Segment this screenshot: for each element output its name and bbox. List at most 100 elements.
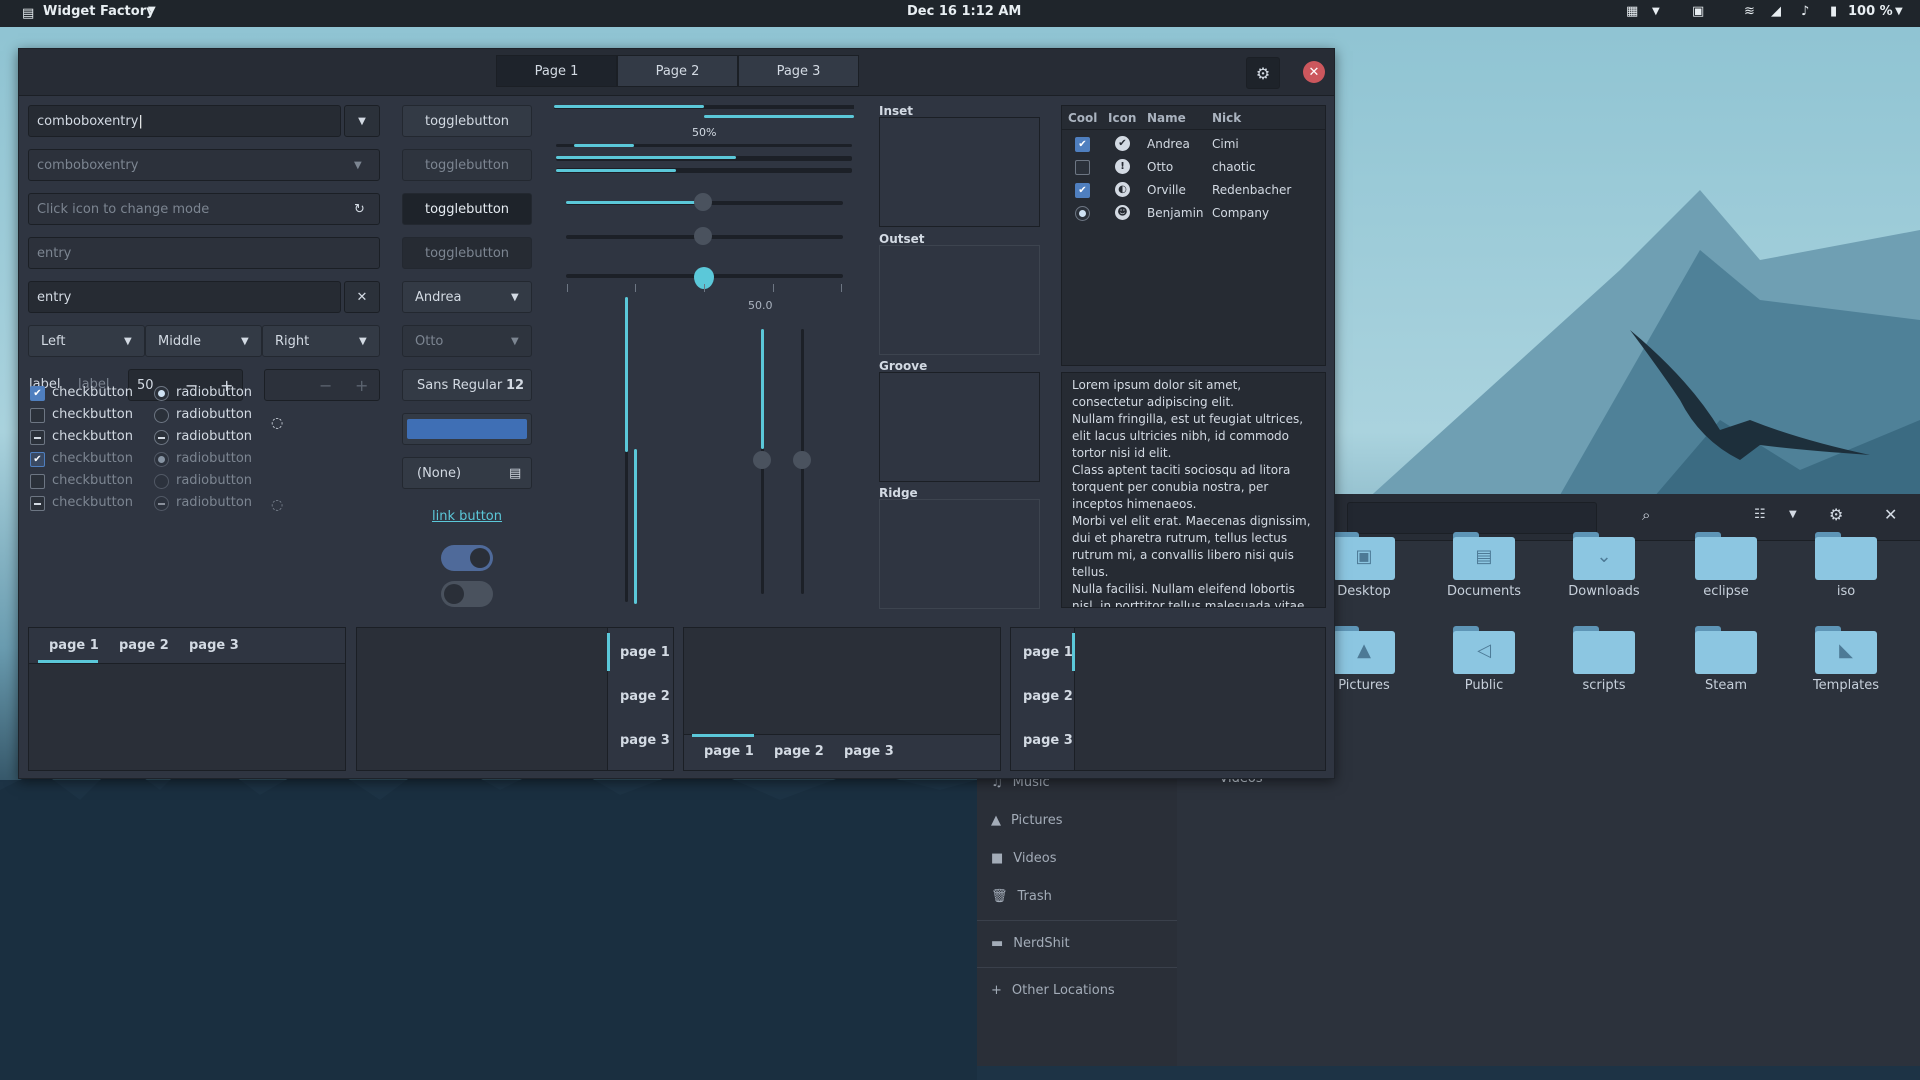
folder-label[interactable]: scripts (1554, 678, 1654, 693)
tab-page-3[interactable]: Page 3 (738, 55, 859, 87)
notebook-top-tab-2[interactable]: page 2 (119, 638, 169, 653)
vertical-scale-2-handle[interactable] (793, 451, 811, 469)
system-menu-chevron-icon[interactable]: ▼ (1895, 6, 1903, 17)
folder-label[interactable]: Downloads (1554, 584, 1654, 599)
workspace-icon[interactable]: ▦ (1626, 4, 1638, 19)
folder-icon[interactable]: ▣ (1333, 532, 1395, 580)
gear-icon[interactable]: ⚙ (1246, 57, 1280, 89)
checkbutton-6 (30, 496, 45, 511)
notebook-bottom-tab-3[interactable]: page 3 (844, 744, 894, 759)
folder-icon[interactable] (1695, 532, 1757, 580)
radiobutton-1[interactable] (154, 386, 169, 401)
table-row[interactable]: ☻ Benjamin Company (1062, 203, 1325, 225)
combo-andrea[interactable]: Andrea ▼ (402, 281, 532, 313)
entry-field-2[interactable]: entry (28, 281, 341, 313)
tree-cell-cool[interactable] (1075, 206, 1090, 221)
entry-field-1[interactable]: entry (28, 237, 380, 269)
switch-on[interactable] (441, 545, 493, 571)
clear-icon[interactable]: ✕ (344, 281, 380, 313)
folder-icon[interactable] (1695, 626, 1757, 674)
tree-cell-cool[interactable]: ✔ (1075, 137, 1090, 152)
checkbutton-3[interactable] (30, 430, 45, 445)
toggle-button-3[interactable]: togglebutton (402, 193, 532, 225)
folder-icon[interactable] (1573, 626, 1635, 674)
switch-off[interactable] (441, 581, 493, 607)
tree-cell-cool[interactable] (1075, 160, 1090, 175)
combo-middle[interactable]: Middle ▼ (145, 325, 262, 357)
link-button[interactable]: link button (432, 509, 502, 524)
notebook-right-tab-2[interactable]: page 2 (620, 689, 670, 704)
folder-icon[interactable]: ⌄ (1573, 532, 1635, 580)
tree-column-nick[interactable]: Nick (1212, 111, 1241, 125)
display-icon[interactable]: ▣ (1692, 4, 1704, 19)
refresh-icon[interactable]: ↻ (354, 202, 365, 217)
scale-1-handle[interactable] (694, 193, 712, 211)
checkbutton-2[interactable] (30, 408, 45, 423)
chevron-down-icon: ▼ (359, 335, 367, 347)
folder-label[interactable]: Documents (1434, 584, 1534, 599)
folder-icon[interactable]: ▤ (1453, 532, 1515, 580)
combo-entry-1[interactable]: comboboxentry | (28, 105, 341, 137)
radiobutton-2[interactable] (154, 408, 169, 423)
combo-entry-2[interactable]: comboboxentry ▼ (28, 149, 380, 181)
color-button[interactable] (402, 413, 532, 445)
tree-cell-name: Benjamin (1147, 206, 1204, 220)
notebook-left-tab-2[interactable]: page 2 (1023, 689, 1073, 704)
wifi-icon[interactable]: ≋ (1744, 4, 1755, 19)
tree-column-icon[interactable]: Icon (1108, 111, 1136, 125)
document-icon: ▤ (509, 465, 522, 481)
scale-2-handle[interactable] (694, 227, 712, 245)
table-row[interactable]: ✔ ✔ Andrea Cimi (1062, 134, 1325, 156)
toggle-button-1[interactable]: togglebutton (402, 105, 532, 137)
scale-tick (635, 284, 636, 292)
radiobutton-3[interactable] (154, 430, 169, 445)
clock[interactable]: Dec 16 1:12 AM (907, 4, 1021, 19)
table-row[interactable]: ! Otto chaotic (1062, 157, 1325, 179)
file-chooser-button[interactable]: (None) ▤ (402, 457, 532, 489)
tab-page-2[interactable]: Page 2 (617, 55, 738, 87)
table-row[interactable]: ✔ ◐ Orville Redenbacher (1062, 180, 1325, 202)
combo-right[interactable]: Right ▼ (262, 325, 380, 357)
battery-icon[interactable]: ▮ (1830, 4, 1837, 19)
combo-left[interactable]: Left ▼ (28, 325, 145, 357)
battery-label[interactable]: 100 % (1848, 4, 1893, 19)
notebook-bottom-tab-2[interactable]: page 2 (774, 744, 824, 759)
app-menu-label[interactable]: Widget Factory (43, 4, 155, 19)
microphone-icon[interactable]: ♪ (1801, 4, 1809, 19)
mode-entry[interactable]: Click icon to change mode ↻ (28, 193, 380, 225)
notebook-left-tab-1[interactable]: page 1 (1023, 645, 1073, 660)
app-menu-chevron-icon[interactable]: ▼ (148, 5, 156, 16)
notebook-top-tab-1[interactable]: page 1 (49, 638, 99, 653)
tab-page-1[interactable]: Page 1 (496, 55, 617, 87)
folder-icon[interactable]: ▲ (1333, 626, 1395, 674)
notebook-bottom-tab-1[interactable]: page 1 (704, 744, 754, 759)
close-icon[interactable]: ✕ (1303, 61, 1325, 83)
app-menu-icon[interactable]: ▤ (22, 6, 34, 21)
notebook-right-tab-3[interactable]: page 3 (620, 733, 670, 748)
combo-entry-2-text: comboboxentry (37, 157, 139, 173)
combo-1-chevron-down-icon[interactable]: ▼ (344, 105, 380, 137)
folder-label[interactable]: Public (1434, 678, 1534, 693)
folder-label[interactable]: Steam (1676, 678, 1776, 693)
radiobutton-label: radiobutton (176, 385, 253, 400)
notebook-right-tab-1[interactable]: page 1 (620, 645, 670, 660)
folder-icon[interactable] (1815, 532, 1877, 580)
tree-column-cool[interactable]: Cool (1068, 111, 1097, 125)
tree-cell-cool[interactable]: ✔ (1075, 183, 1090, 198)
folder-label[interactable]: eclipse (1676, 584, 1776, 599)
folder-icon[interactable]: ◁ (1453, 626, 1515, 674)
volume-icon[interactable]: ◢ (1771, 4, 1781, 19)
folder-icon[interactable]: ◣ (1815, 626, 1877, 674)
notebook-left-tab-3[interactable]: page 3 (1023, 733, 1073, 748)
text-view[interactable]: Lorem ipsum dolor sit amet, consectetur … (1061, 372, 1326, 608)
checkbutton-1[interactable]: ✔ (30, 386, 45, 401)
workspace-chevron-icon[interactable]: ▼ (1652, 6, 1660, 17)
frame-outset (879, 245, 1040, 355)
checkbutton-label: checkbutton (52, 385, 133, 400)
vertical-scale-1-handle[interactable] (753, 451, 771, 469)
folder-label[interactable]: iso (1796, 584, 1896, 599)
tree-column-name[interactable]: Name (1147, 111, 1186, 125)
folder-label[interactable]: Templates (1796, 678, 1896, 693)
font-button[interactable]: Sans Regular 12 (402, 369, 532, 401)
notebook-top-tab-3[interactable]: page 3 (189, 638, 239, 653)
